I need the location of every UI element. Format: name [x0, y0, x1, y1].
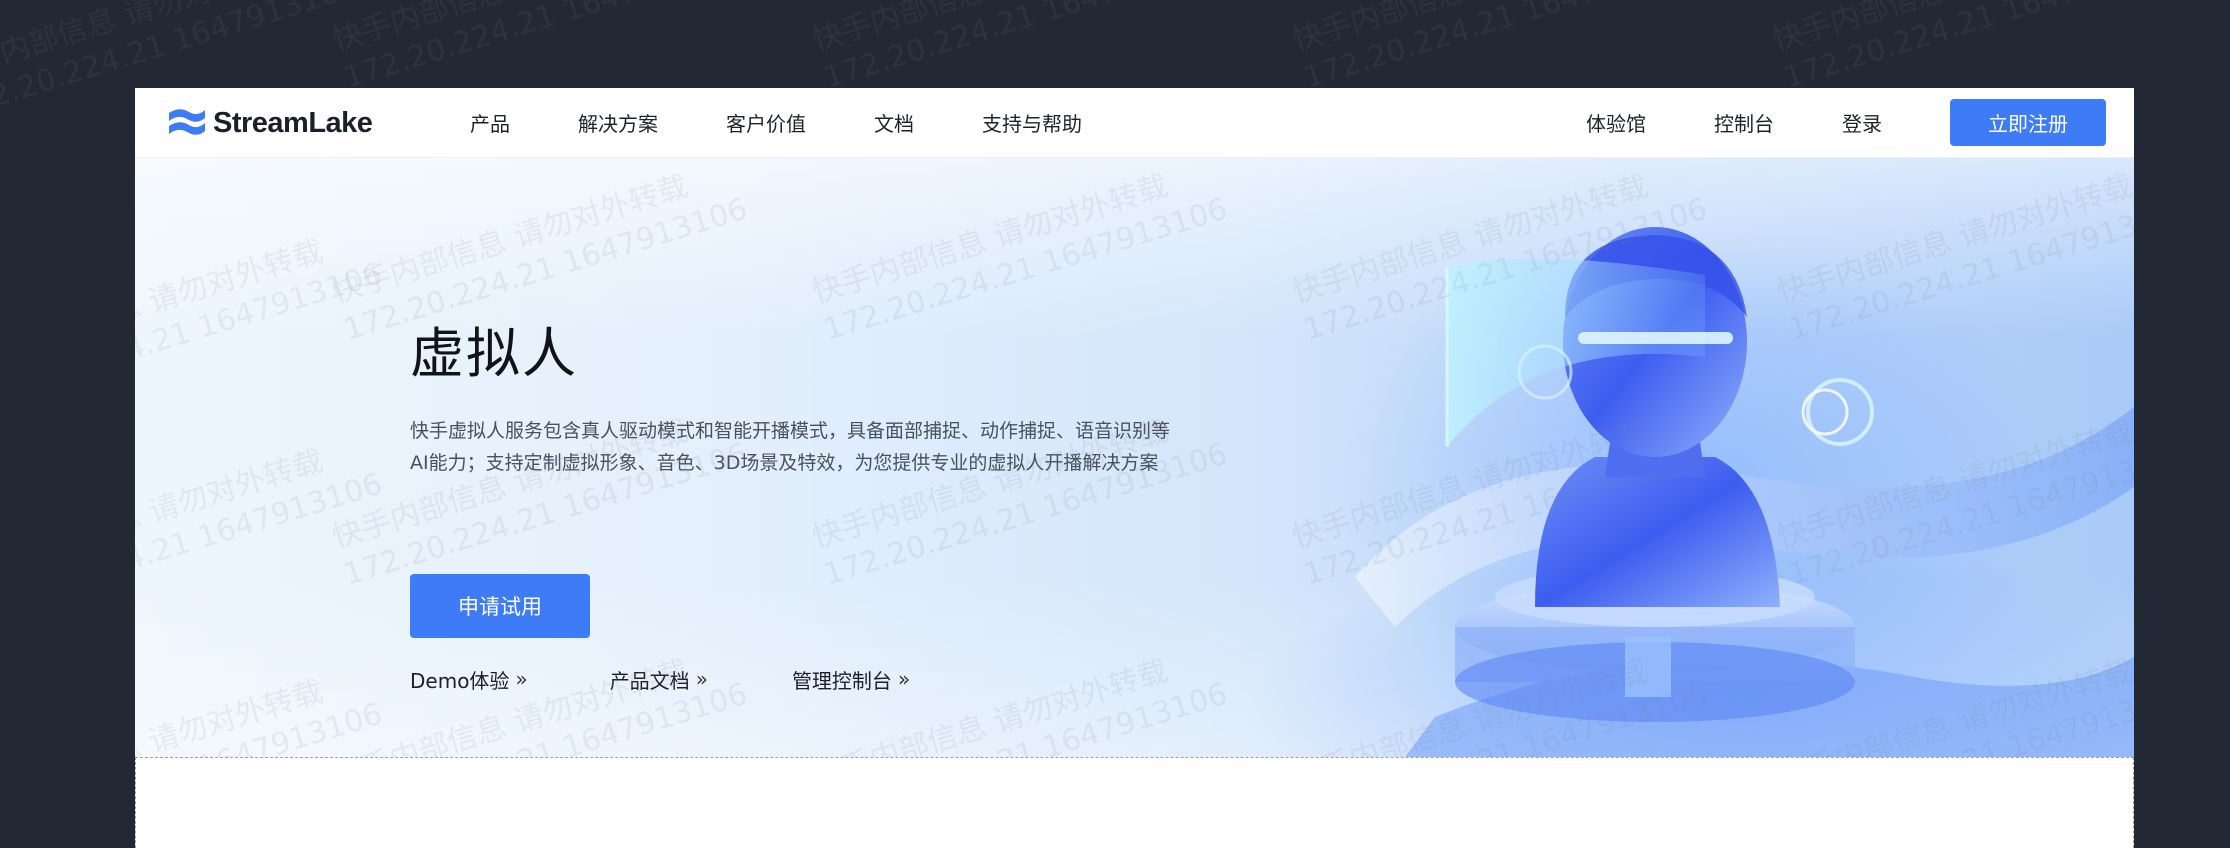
nav-item-products[interactable]: 产品: [470, 108, 510, 137]
watermark: 快手内部信息 请勿对外转载172.20.224.21 1647913106: [1768, 0, 2192, 96]
management-console-label: 管理控制台: [791, 668, 892, 693]
product-docs-label: 产品文档: [609, 668, 690, 693]
nav-item-login[interactable]: 登录: [1842, 108, 1882, 137]
nav-item-console[interactable]: 控制台: [1714, 108, 1774, 137]
page-title: 虚拟人: [410, 322, 578, 385]
hero-description: 快手虚拟人服务包含真人驱动模式和智能开播模式，具备面部捕捉、动作捕捉、语音识别等…: [410, 415, 1260, 479]
register-button[interactable]: 立即注册: [1950, 99, 2106, 146]
hero-description-line: 快手虚拟人服务包含真人驱动模式和智能开播模式，具备面部捕捉、动作捕捉、语音识别等: [410, 420, 1171, 442]
product-docs-link[interactable]: 产品文档 »: [610, 665, 708, 694]
hero-quick-links: Demo体验 » 产品文档 » 管理控制台 »: [410, 664, 910, 694]
watermark: 快手内部信息 请勿对外转载172.20.224.21 1647913106: [808, 0, 1232, 96]
management-console-link[interactable]: 管理控制台 »: [792, 665, 910, 694]
watermark: 快手内部信息 请勿对外转载172.20.224.21 1647913106: [1288, 0, 1712, 96]
demo-experience-link[interactable]: Demo体验 »: [410, 665, 528, 694]
nav-item-docs[interactable]: 文档: [874, 108, 914, 137]
browser-viewport: StreamLake 产品 解决方案 客户价值 文档 支持与帮助 体验馆 控制台…: [135, 88, 2134, 848]
brand-logo[interactable]: StreamLake: [167, 106, 373, 140]
apply-trial-button[interactable]: 申请试用: [410, 574, 590, 638]
double-chevron-right-icon: »: [515, 667, 528, 691]
top-navbar: StreamLake 产品 解决方案 客户价值 文档 支持与帮助 体验馆 控制台…: [135, 88, 2134, 158]
hero-description-line: AI能力；支持定制虚拟形象、音色、3D场景及特效，为您提供专业的虚拟人开播解决方…: [410, 452, 1159, 474]
user-nav: 体验馆 控制台 登录 立即注册: [1586, 88, 2106, 157]
content-section-placeholder: [135, 757, 2134, 848]
brand-name: StreamLake: [213, 106, 373, 139]
nav-item-support[interactable]: 支持与帮助: [982, 108, 1082, 137]
nav-item-customer-value[interactable]: 客户价值: [726, 108, 806, 137]
virtual-human-illustration: [1355, 227, 2134, 757]
hero-banner: 虚拟人 快手虚拟人服务包含真人驱动模式和智能开播模式，具备面部捕捉、动作捕捉、语…: [135, 157, 2134, 757]
demo-experience-label: Demo体验: [410, 668, 510, 693]
double-chevron-right-icon: »: [695, 667, 708, 691]
watermark: 快手内部信息 请勿对外转载172.20.224.21 1647913106: [328, 0, 752, 96]
streamlake-logo-icon: [169, 109, 205, 135]
nav-item-solutions[interactable]: 解决方案: [578, 108, 658, 137]
double-chevron-right-icon: »: [897, 667, 911, 691]
main-nav: 产品 解决方案 客户价值 文档 支持与帮助: [470, 88, 1150, 157]
nav-item-experience-hall[interactable]: 体验馆: [1586, 108, 1646, 137]
